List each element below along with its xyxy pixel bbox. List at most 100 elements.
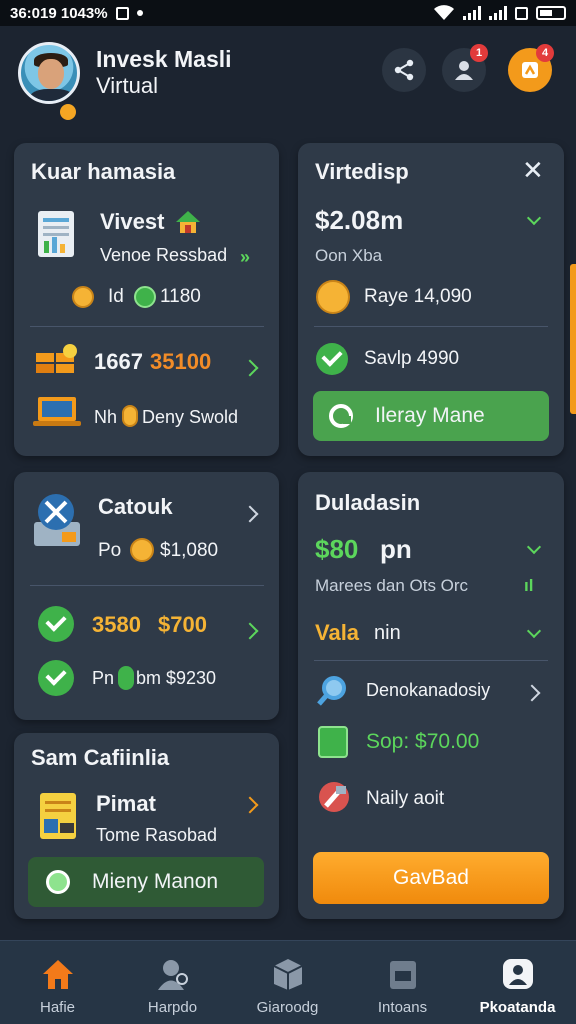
value-secondary: 35100 bbox=[150, 349, 212, 374]
row-pn-label: Pn bbox=[92, 668, 115, 688]
summary-card: Sam Cafiinlia Pimat Tome Rasobad Mieny M… bbox=[14, 733, 279, 919]
coin-icon-small bbox=[122, 405, 138, 427]
chevron-down-icon[interactable] bbox=[526, 623, 542, 639]
user-icon bbox=[455, 61, 473, 80]
profile-icon bbox=[501, 957, 535, 991]
signal-icon-2 bbox=[489, 6, 507, 20]
alerts-badge: 4 bbox=[536, 44, 554, 62]
close-icon[interactable]: ✕ bbox=[522, 155, 544, 186]
refresh-icon bbox=[329, 404, 353, 428]
amount-subtitle: Marees dan Ots Orc bbox=[315, 576, 469, 595]
tab-label: Harpdo bbox=[147, 999, 198, 1016]
chevron-right-icon[interactable] bbox=[241, 622, 259, 640]
alerts-button[interactable]: 4 bbox=[508, 44, 554, 92]
balance-subtitle: Oon Xba bbox=[315, 246, 383, 265]
tab-box[interactable]: Giaroodg bbox=[230, 941, 345, 1024]
clipboard-icon bbox=[318, 726, 348, 758]
dollar-coin-icon bbox=[130, 538, 154, 562]
item-meta-b: 1180 bbox=[160, 286, 201, 307]
details-card: Duladasin $80 pn Marees dan Ots Orc ıl V… bbox=[298, 472, 564, 919]
check-icon bbox=[38, 660, 74, 696]
document-chart-icon bbox=[38, 211, 74, 257]
item-subtitle: Tome Rasobad bbox=[96, 825, 218, 845]
share-button[interactable] bbox=[382, 48, 426, 92]
manage-button-label: Ileray Mane bbox=[375, 404, 485, 427]
chevron-down-icon[interactable] bbox=[526, 539, 542, 555]
avatar[interactable] bbox=[18, 42, 80, 104]
user-search-icon bbox=[156, 957, 190, 991]
money-manager-label: Mieny Manon bbox=[92, 870, 219, 893]
share-icon bbox=[394, 59, 414, 81]
row-sop: Sop: $70.00 bbox=[366, 730, 480, 753]
value-gold-a: 3580 bbox=[92, 612, 141, 637]
row-po-value: $1,080 bbox=[160, 540, 219, 561]
catalog-card: Catouk Po $1,080 3580 $700 Pn bm $9230 bbox=[14, 472, 279, 720]
card-title: Sam Cafiinlia bbox=[31, 745, 170, 770]
bricks-coin-icon bbox=[36, 344, 77, 373]
tab-label: Giaroodg bbox=[256, 999, 319, 1016]
item-title: Pimat bbox=[96, 791, 156, 816]
card-title: Kuar hamasia bbox=[31, 159, 176, 184]
balance-amount: $2.08m bbox=[315, 205, 404, 235]
row-pn-value: bm $9230 bbox=[136, 668, 217, 688]
row-denok: Denokanadosiy bbox=[366, 680, 491, 700]
globe-icon bbox=[46, 870, 70, 894]
shield-icon bbox=[118, 666, 134, 690]
chevron-right-icon[interactable] bbox=[241, 796, 259, 814]
card-title: Catouk bbox=[98, 494, 173, 519]
row-po-label: Po bbox=[98, 540, 122, 561]
document-icon bbox=[40, 793, 76, 839]
card-title: Virtedisp bbox=[315, 159, 409, 184]
divider bbox=[314, 326, 548, 327]
check-icon bbox=[38, 606, 74, 642]
bottom-nav: Hafie Harpdo Giaroodg Intoans Pkoatanda bbox=[0, 940, 576, 1024]
tab-label: Hafie bbox=[39, 999, 76, 1016]
item-meta-a: Id bbox=[108, 286, 124, 307]
chevron-right-icon[interactable] bbox=[241, 359, 259, 377]
vala-value: nin bbox=[374, 622, 401, 644]
value-gold-b: $700 bbox=[158, 612, 207, 637]
item-subtitle: Venoe Ressbad bbox=[100, 245, 228, 265]
divider bbox=[30, 326, 264, 327]
sim-icon bbox=[515, 6, 528, 20]
item-text-b: Deny Swold bbox=[142, 407, 239, 427]
tab-home[interactable]: Hafie bbox=[0, 941, 115, 1024]
tab-label: Intoans bbox=[377, 999, 428, 1016]
green-amount-unit: pn bbox=[380, 534, 412, 564]
wifi-icon bbox=[434, 5, 454, 20]
double-chevron-icon[interactable]: » bbox=[240, 247, 250, 268]
arrow-up-icon bbox=[522, 62, 538, 78]
coin-icon bbox=[316, 280, 350, 314]
status-bar: 36:019 1043% bbox=[0, 0, 576, 26]
money-manager-button[interactable]: Mieny Manon bbox=[28, 857, 264, 907]
manage-button[interactable]: Ileray Mane bbox=[313, 391, 549, 441]
coin-icon bbox=[72, 286, 94, 308]
battery-icon bbox=[536, 6, 566, 20]
row-savlp: Savlp 4990 bbox=[364, 348, 460, 369]
hammer-icon bbox=[319, 782, 349, 812]
user-subtitle: Virtual bbox=[96, 73, 158, 98]
balance-card: Virtedisp ✕ $2.08m Oon Xba Raye 14,090 S… bbox=[298, 143, 564, 456]
chevron-right-icon[interactable] bbox=[523, 684, 541, 702]
tab-inbox[interactable]: Intoans bbox=[345, 941, 460, 1024]
chevron-right-icon[interactable] bbox=[241, 505, 259, 523]
divider bbox=[314, 660, 548, 661]
profile-alert-button[interactable]: 1 bbox=[442, 44, 488, 92]
vala-label: Vala bbox=[315, 620, 360, 645]
check-icon bbox=[316, 343, 348, 375]
tab-label: Pkoatanda bbox=[479, 999, 556, 1016]
dot-icon bbox=[136, 10, 143, 16]
item-title: Vivest bbox=[100, 209, 165, 234]
inbox-icon bbox=[386, 957, 420, 991]
avatar-badge-icon bbox=[58, 102, 78, 122]
tab-profile[interactable]: Pkoatanda bbox=[460, 941, 575, 1024]
tab-search[interactable]: Harpdo bbox=[115, 941, 230, 1024]
notification-badge: 1 bbox=[470, 44, 488, 62]
chevron-down-icon[interactable] bbox=[526, 210, 542, 226]
item-text-a: Nh bbox=[94, 407, 118, 427]
signal-icon bbox=[463, 6, 481, 20]
scroll-indicator[interactable] bbox=[570, 264, 576, 414]
gavbad-button-label: GavBad bbox=[393, 866, 469, 889]
user-name: Invesk Masli bbox=[96, 46, 232, 72]
gavbad-button[interactable]: GavBad bbox=[313, 852, 549, 904]
